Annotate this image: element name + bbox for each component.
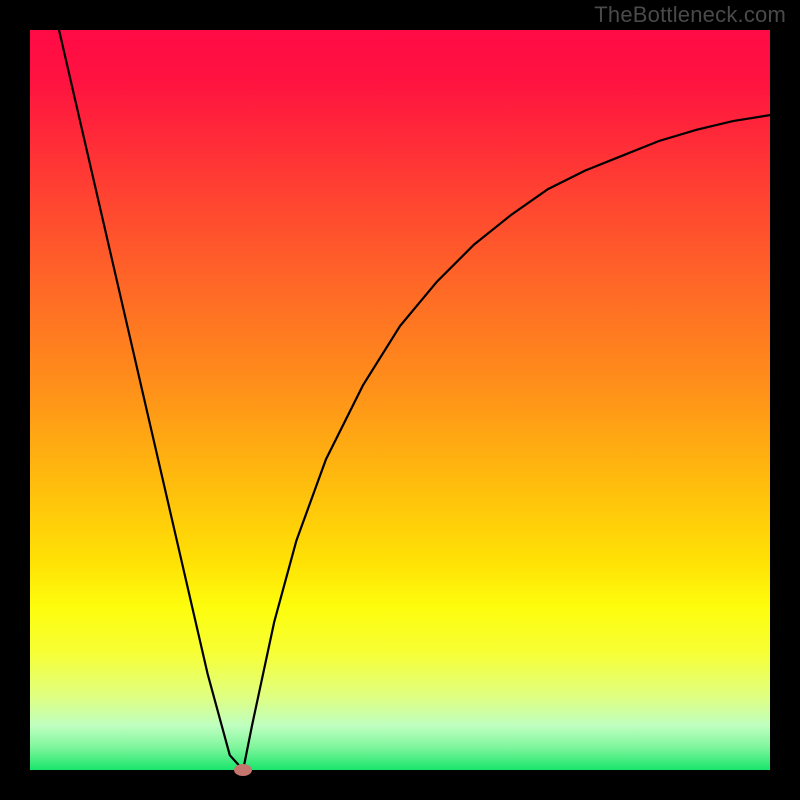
curve-svg (30, 30, 770, 770)
watermark-text: TheBottleneck.com (594, 2, 786, 28)
minimum-marker (234, 764, 252, 776)
curve-path (30, 30, 770, 770)
chart-frame: TheBottleneck.com (0, 0, 800, 800)
plot-area (30, 30, 770, 770)
